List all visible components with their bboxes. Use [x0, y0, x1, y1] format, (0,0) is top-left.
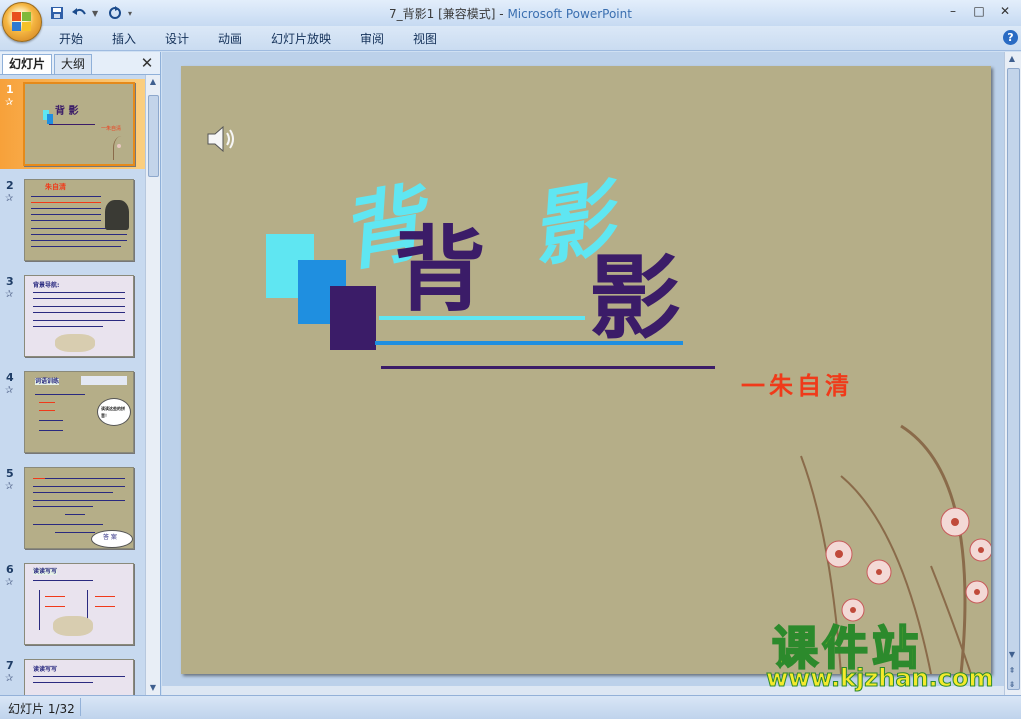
scrollbar-thumb[interactable]	[148, 95, 159, 177]
animation-star-icon: ✰	[5, 289, 14, 300]
thumbnail-image: 答 案	[24, 467, 134, 549]
status-divider	[80, 698, 81, 716]
tab-insert[interactable]: 插入	[112, 30, 136, 47]
maximize-button[interactable]: □	[967, 2, 991, 20]
slide-number: 2	[6, 179, 14, 192]
portrait-icon	[105, 200, 129, 230]
scroll-down-icon[interactable]: ▼	[146, 681, 160, 695]
window-controls: – □ ✕	[941, 2, 1017, 20]
document-title: 7_背影1 [兼容模式] -	[389, 7, 508, 21]
thumbnail-image: 读读写写	[24, 659, 134, 695]
slide-author: 一朱自清	[741, 372, 853, 400]
thumbnail-scrollbar[interactable]: ▲ ▼	[145, 75, 160, 695]
animation-star-icon: ✰	[5, 193, 14, 204]
animation-star-icon: ✰	[5, 385, 14, 396]
tab-animations[interactable]: 动画	[218, 30, 242, 47]
animation-star-icon: ✰	[5, 481, 14, 492]
slide-number: 3	[6, 275, 14, 288]
thumb-author: 一朱自清	[101, 126, 122, 132]
slide-number: 4	[6, 371, 14, 384]
scroll-up-icon[interactable]: ▲	[146, 75, 160, 89]
title-char-2: 影	[589, 244, 682, 352]
thumbnail-image: 背 影 一朱自清	[23, 82, 135, 166]
animation-star-icon: ✰	[5, 577, 14, 588]
animation-star-icon: ✰	[5, 97, 14, 108]
watermark-url: www.kjzhan.com	[765, 664, 994, 693]
main-scrollbar[interactable]: ▲ ▼ ⇞ ⇟	[1004, 52, 1021, 695]
pane-tabs: 幻灯片 大纲 ✕	[0, 52, 160, 75]
thumb-bubble: 答 案	[103, 534, 117, 541]
slide-number: 7	[6, 659, 14, 672]
thumb-title: 背景导航:	[33, 282, 60, 289]
window-title: 7_背影1 [兼容模式] - Microsoft PowerPoint	[0, 5, 1021, 22]
slide-thumbnail-1[interactable]: 1 ✰ 背 影 一朱自清	[0, 79, 145, 169]
thumbnail-image: 读读写写	[24, 563, 134, 645]
slide-number: 5	[6, 467, 14, 480]
title-bar: ▼ ▾ 7_背影1 [兼容模式] - Microsoft PowerPoint …	[0, 0, 1021, 27]
slide-number: 6	[6, 563, 14, 576]
office-button[interactable]	[2, 2, 42, 42]
decor-line-purple	[381, 366, 715, 369]
scroll-up-icon[interactable]: ▲	[1005, 52, 1019, 66]
ribbon-tabs: 开始 插入 设计 动画 幻灯片放映 审阅 视图	[0, 26, 1021, 51]
slide-number: 1	[6, 83, 14, 96]
thumbnail-image: 词语训练 读读这些的拼音！	[24, 371, 134, 453]
thumb-bubble: 读读这些的拼音！	[101, 406, 125, 418]
thumbnail-image: 背景导航:	[24, 275, 134, 357]
close-pane-icon[interactable]: ✕	[139, 55, 155, 71]
tab-home[interactable]: 开始	[59, 30, 83, 47]
speaker-icon[interactable]	[205, 124, 239, 154]
slide-thumbnail-6[interactable]: 6 ✰ 读读写写	[0, 559, 145, 649]
tab-review[interactable]: 审阅	[360, 30, 384, 47]
close-button[interactable]: ✕	[993, 2, 1017, 20]
tab-design[interactable]: 设计	[165, 30, 189, 47]
slides-pane: 幻灯片 大纲 ✕ 1 ✰ 背 影 一朱自清 2 ✰ 朱自清 3 ✰ 背景导航: …	[0, 52, 161, 695]
slide-thumbnail-4[interactable]: 4 ✰ 词语训练 读读这些的拼音！	[0, 367, 145, 457]
slide-thumbnail-2[interactable]: 2 ✰ 朱自清	[0, 175, 145, 265]
slide-counter: 幻灯片 1/32	[8, 702, 75, 716]
status-bar: 幻灯片 1/32	[0, 695, 1021, 719]
help-icon[interactable]: ?	[1003, 30, 1018, 45]
minimize-button[interactable]: –	[941, 2, 965, 20]
thumb-title: 读读写写	[33, 568, 58, 575]
scrollbar-thumb[interactable]	[1007, 68, 1020, 690]
decor-square-purple	[330, 286, 376, 350]
tab-view[interactable]: 视图	[413, 30, 437, 47]
thumb-title: 背 影	[55, 106, 79, 117]
thumb-title: 词语训练	[35, 378, 60, 385]
tab-outline[interactable]: 大纲	[54, 54, 93, 74]
watermark: 课件站 www.kjzhan.com	[765, 612, 1016, 693]
title-char-1: 背	[394, 216, 487, 324]
slide-thumbnail-7[interactable]: 7 ✰ 读读写写	[0, 655, 145, 695]
slide-thumbnail-5[interactable]: 5 ✰ 答 案	[0, 463, 145, 553]
thumbnail-list: 1 ✰ 背 影 一朱自清 2 ✰ 朱自清 3 ✰ 背景导航: 4 ✰ 词语训练 …	[0, 75, 145, 695]
app-name: Microsoft PowerPoint	[507, 7, 632, 21]
thumb-title: 读读写写	[33, 666, 58, 673]
animation-star-icon: ✰	[5, 673, 14, 684]
slide-thumbnail-3[interactable]: 3 ✰ 背景导航:	[0, 271, 145, 361]
thumb-title: 朱自清	[45, 183, 66, 191]
office-logo-icon	[12, 12, 32, 32]
tab-slides[interactable]: 幻灯片	[2, 54, 53, 74]
current-slide[interactable]: 背 背 影 影 一朱自清	[181, 66, 991, 674]
tab-slideshow[interactable]: 幻灯片放映	[271, 30, 331, 47]
thumbnail-image: 朱自清	[24, 179, 134, 261]
